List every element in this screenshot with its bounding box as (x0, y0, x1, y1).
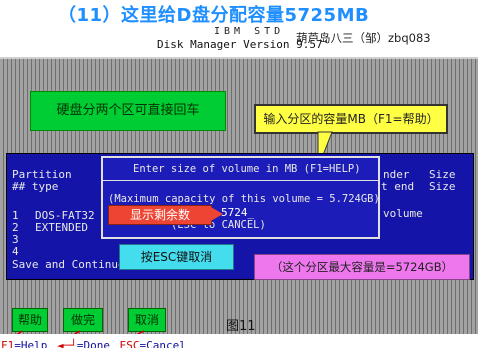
dialog-divider (103, 180, 378, 181)
header-divider (0, 57, 478, 59)
esc-key-label: =Cancel (139, 339, 186, 348)
screenshot-stage: （11）这里给D盘分配容量5725MB IBM STD Disk Manager… (0, 0, 478, 348)
esc-key[interactable]: ESC (120, 339, 140, 348)
f1-key-label: =Help (14, 339, 48, 348)
help-button[interactable]: 帮助 (12, 308, 48, 332)
col-cylinder-end-header: t end (381, 180, 415, 193)
enter-key-label: =Done (76, 339, 111, 348)
esc-cancel-callout: 按ESC键取消 (119, 244, 234, 270)
page-title: （11）这里给D盘分配容量5725MB (58, 5, 370, 26)
save-and-continue-option[interactable]: Save and Continue (12, 258, 125, 271)
done-button[interactable]: 做完 (63, 308, 103, 332)
brand-label: IBM STD (214, 26, 285, 37)
max-capacity-line: (Maximum capacity of this volume = 5.724… (108, 193, 380, 205)
f1-key[interactable]: F1 (1, 339, 14, 348)
max-capacity-callout: （这个分区最大容量是=5724GB） (254, 254, 470, 280)
function-key-bar: F1=Help ◄─┘=Done ESC=Cancel (0, 334, 478, 348)
right-arrow-icon (209, 206, 223, 222)
figure-label: 图11 (226, 319, 256, 334)
enter-size-hint-callout: 输入分区的容量MB（F1=帮助） (254, 104, 448, 134)
author-watermark: 葫芦岛八三（邹）zbq083 (296, 31, 431, 45)
remaining-count-callout: 显示剩余数 (108, 205, 212, 225)
partition-row-num: 4 (12, 245, 19, 258)
partition-row-type[interactable]: EXTENDED (35, 221, 88, 234)
two-partitions-callout: 硬盘分两个区可直接回车 (30, 91, 226, 131)
volume-size-dialog: Enter size of volume in MB (F1=HELP) (Ma… (101, 156, 380, 239)
app-header: IBM STD Disk Manager Version 9.57' 葫芦岛八三… (0, 26, 478, 58)
col-size-sub-header: Size (429, 180, 456, 193)
dialog-title: Enter size of volume in MB (F1=HELP) (133, 163, 361, 175)
page-title-bar: （11）这里给D盘分配容量5725MB (0, 0, 478, 26)
volume-label: volume (383, 207, 423, 220)
cancel-button[interactable]: 取消 (128, 308, 166, 332)
col-type-header: ## type (12, 180, 59, 193)
volume-size-input[interactable]: 5724_ (221, 206, 254, 219)
enter-key-icon[interactable]: ◄─┘ (57, 339, 77, 348)
